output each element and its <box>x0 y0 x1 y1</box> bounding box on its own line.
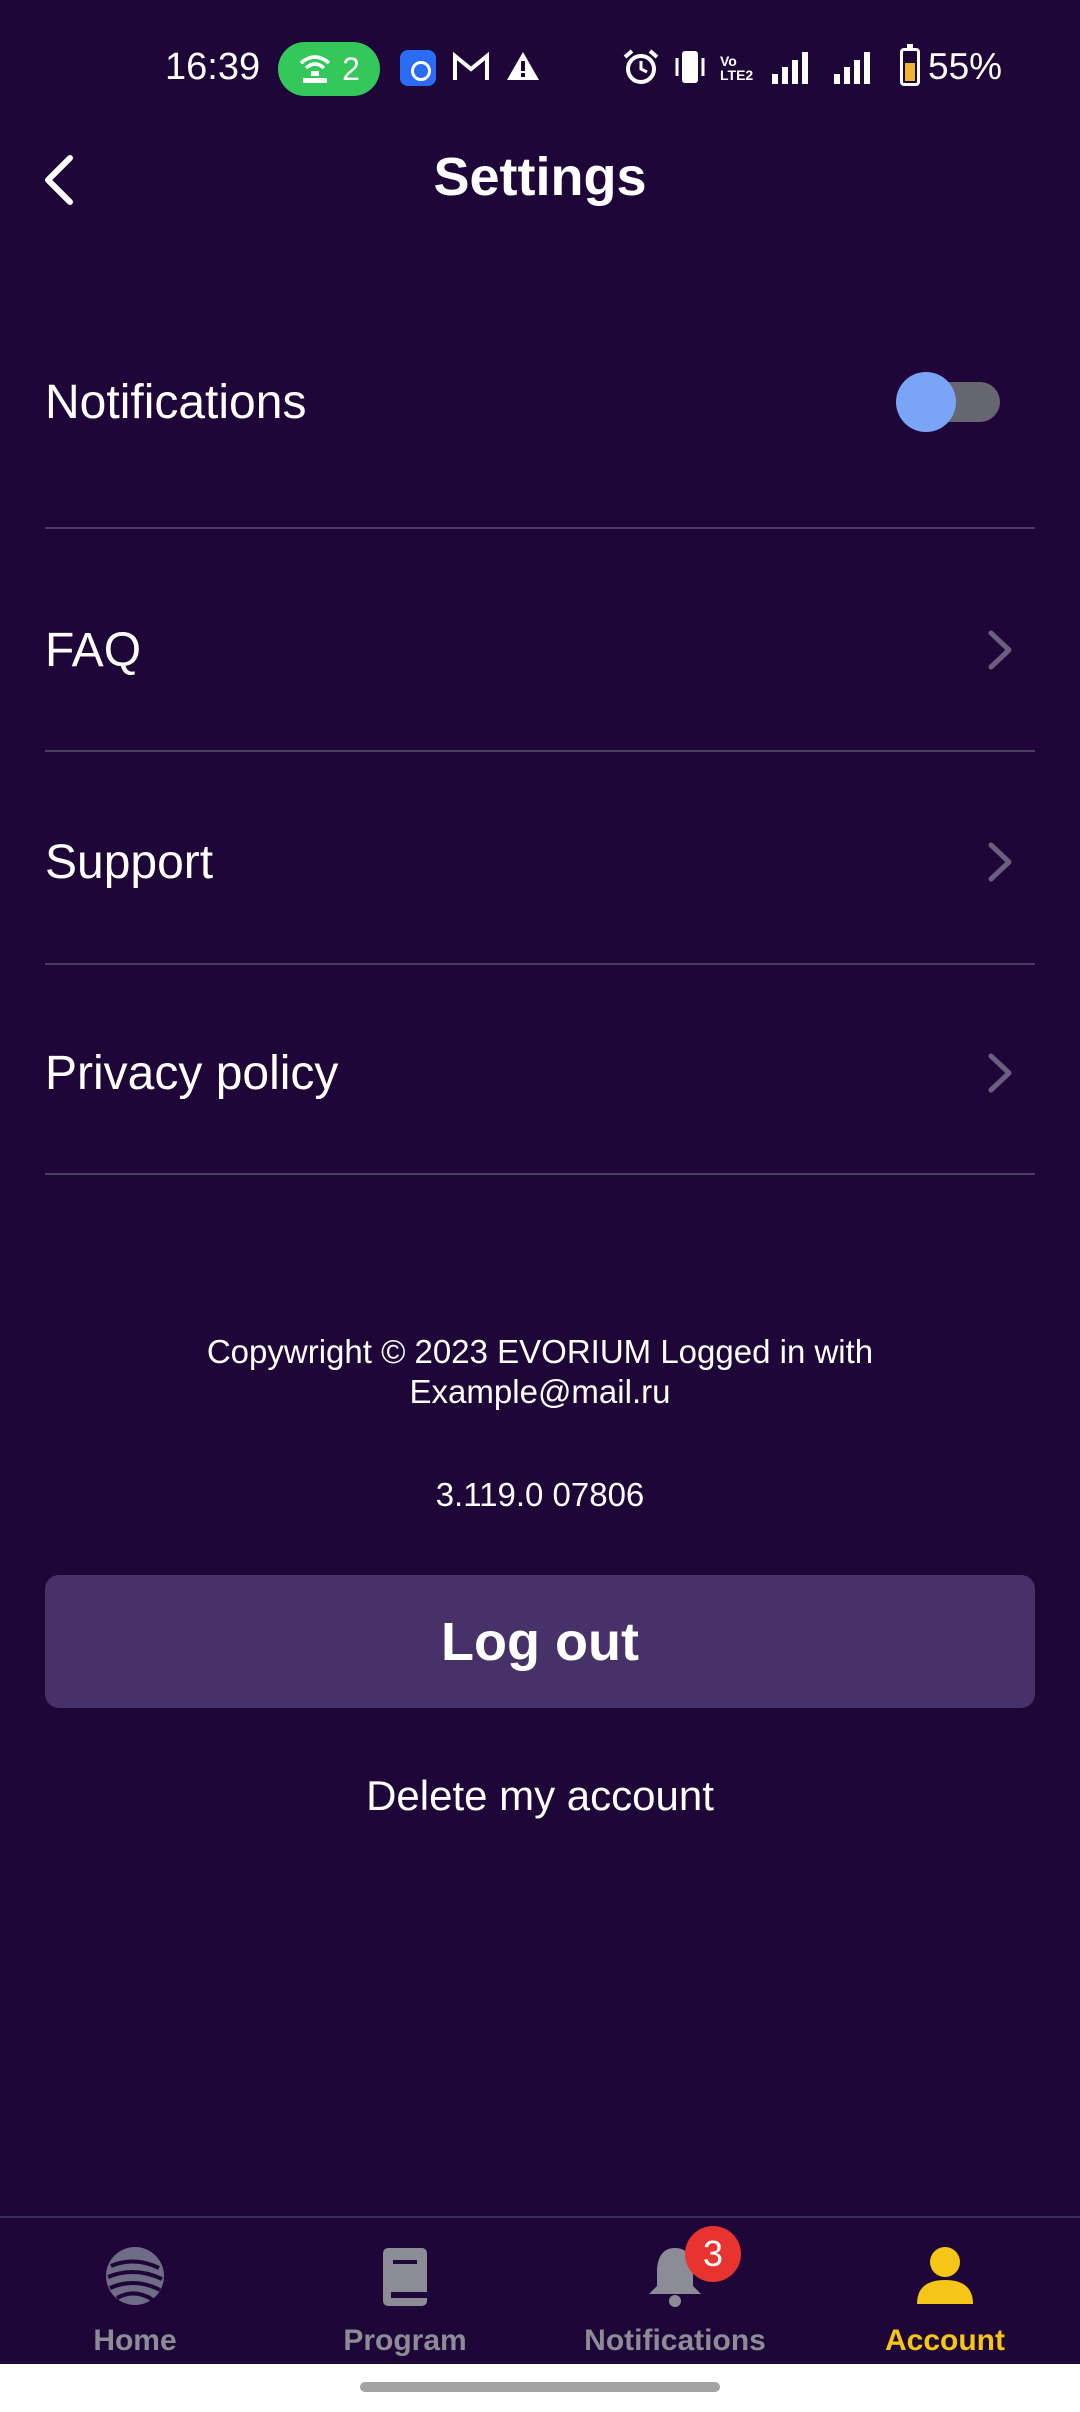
book-icon <box>383 2248 427 2306</box>
globe-icon <box>106 2247 164 2305</box>
divider <box>45 527 1035 529</box>
bell-icon-wrap: 3 <box>639 2226 741 2312</box>
settings-screen: 16:39 2 Vo LTE2 55% Settings Notificatio… <box>0 0 1080 2412</box>
gesture-handle[interactable] <box>360 2382 720 2392</box>
header: Settings <box>0 140 1080 220</box>
notifications-setting-label: Notifications <box>45 375 307 429</box>
battery-icon <box>900 44 920 86</box>
privacy-policy-row[interactable]: Privacy policy <box>45 1033 1035 1113</box>
nav-program[interactable]: Program <box>270 2218 540 2366</box>
status-bar: 16:39 2 Vo LTE2 55% <box>0 38 1080 102</box>
chevron-right-icon <box>988 1053 1012 1093</box>
nav-account-label: Account <box>885 2324 1005 2357</box>
toggle-knob <box>896 372 956 432</box>
vibrate-icon <box>675 51 705 83</box>
notification-count-badge: 3 <box>685 2226 741 2282</box>
nav-notifications[interactable]: 3 Notifications <box>540 2218 810 2366</box>
divider <box>45 1173 1035 1175</box>
faq-row[interactable]: FAQ <box>45 610 1035 690</box>
signal-4g-icon <box>834 50 870 84</box>
page-title: Settings <box>433 147 647 207</box>
divider <box>45 750 1035 752</box>
logout-button[interactable]: Log out <box>45 1575 1035 1708</box>
gmail-icon <box>453 52 489 80</box>
nav-notifications-label: Notifications <box>584 2324 766 2357</box>
nav-home-label: Home <box>93 2324 177 2357</box>
hotspot-indicator: 2 <box>278 42 380 96</box>
support-label: Support <box>45 835 214 889</box>
volte-icon: Vo LTE2 <box>720 53 754 83</box>
hotspot-count: 2 <box>342 50 360 87</box>
person-icon <box>917 2247 973 2304</box>
status-time: 16:39 <box>165 46 261 88</box>
support-row[interactable]: Support <box>45 822 1035 902</box>
nav-home[interactable]: Home <box>0 2218 270 2366</box>
bottom-nav: Home Program 3 Notifications Account <box>0 2216 1080 2364</box>
notifications-setting-row: Notifications <box>45 362 1035 442</box>
copyright-line-2: Example@mail.ru <box>409 1373 671 1410</box>
privacy-policy-label: Privacy policy <box>45 1046 339 1100</box>
signal-icon <box>772 50 808 84</box>
nav-program-label: Program <box>343 2324 467 2357</box>
app-version: 3.119.0 07806 <box>435 1476 645 1513</box>
hotspot-icon <box>299 55 331 83</box>
delete-account-link[interactable]: Delete my account <box>0 1772 1080 1820</box>
chevron-right-icon <box>988 630 1012 670</box>
warning-icon <box>507 52 539 80</box>
app-icon <box>400 50 436 86</box>
nav-account[interactable]: Account <box>810 2218 1080 2366</box>
gesture-bar <box>0 2364 1080 2412</box>
faq-label: FAQ <box>45 623 142 677</box>
battery-percent: 55% <box>928 46 1003 87</box>
chevron-right-icon <box>988 842 1012 882</box>
alarm-icon <box>623 49 659 84</box>
notifications-toggle[interactable] <box>896 372 1000 432</box>
copyright-line-1: Copywright © 2023 EVORIUM Logged in with <box>206 1333 874 1370</box>
divider <box>45 963 1035 965</box>
